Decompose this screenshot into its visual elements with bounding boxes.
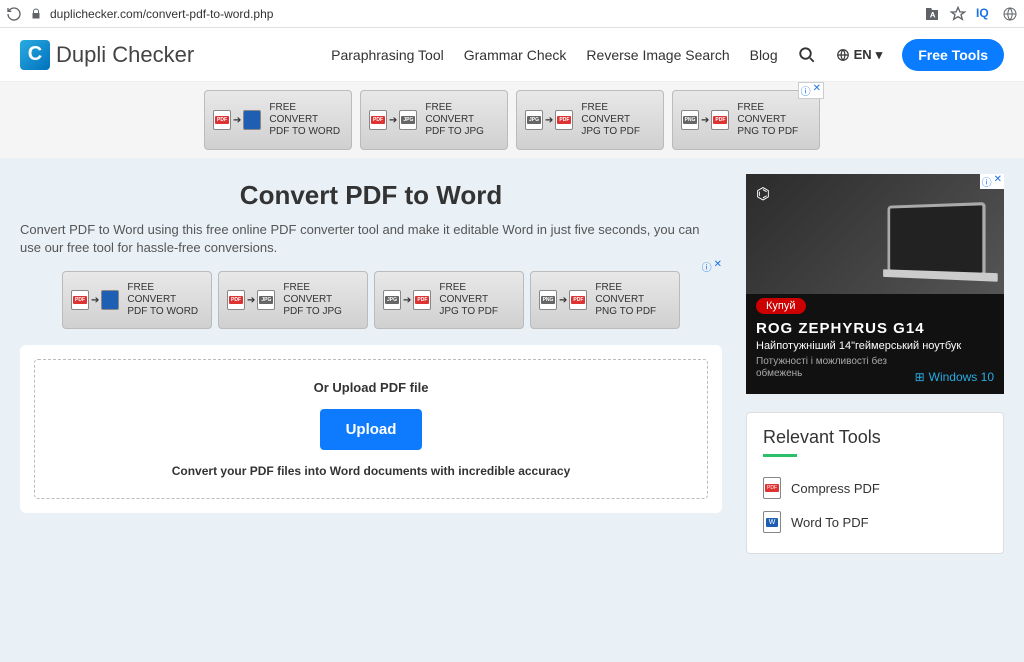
globe-icon[interactable]: [1002, 6, 1018, 22]
rog-logo-icon: ⌬: [756, 184, 770, 204]
windows-label: Windows 10: [929, 370, 994, 384]
sidebar: ⓘ✕ ⌬ Купуй ROG ZEPHYRUS G14 Найпотужніши…: [746, 174, 1004, 646]
main-content: Convert PDF to Word Convert PDF to Word …: [20, 174, 722, 646]
ad-close-icon[interactable]: ⓘ✕: [980, 174, 1004, 189]
lock-icon: [30, 8, 42, 20]
nav-paraphrasing[interactable]: Paraphrasing Tool: [331, 47, 444, 63]
reload-icon[interactable]: [6, 6, 22, 22]
ad-jpg-to-pdf[interactable]: ➔ FREE CONVERTJPG TO PDF: [374, 271, 524, 329]
ad-close-icon[interactable]: ⓘ✕: [702, 259, 722, 274]
logo[interactable]: C Dupli Checker: [20, 40, 194, 70]
main-wrap: Convert PDF to Word Convert PDF to Word …: [0, 158, 1024, 662]
ad-cta: Купуй: [756, 298, 806, 314]
ad-text: FREE CONVERT: [595, 282, 671, 306]
nav-reverse-image[interactable]: Reverse Image Search: [586, 47, 729, 63]
tools-heading: Relevant Tools: [763, 427, 987, 448]
pdf-icon: [763, 477, 781, 499]
tool-word-to-pdf[interactable]: Word To PDF: [763, 505, 987, 539]
ad-text: JPG TO PDF: [439, 306, 515, 318]
ad-text: JPG TO PDF: [581, 126, 655, 138]
ad-small: Потужності і можливості без обмежень: [756, 356, 896, 380]
logo-icon: C: [20, 40, 50, 70]
converter-card: Or Upload PDF file Upload Convert your P…: [20, 345, 722, 513]
ad-text: PDF TO WORD: [127, 306, 203, 318]
free-tools-button[interactable]: Free Tools: [902, 39, 1004, 71]
upload-button[interactable]: Upload: [320, 409, 423, 450]
ad-text: PNG TO PDF: [595, 306, 671, 318]
top-ad-banner: ➔ FREE CONVERTPDF TO WORD ➔ FREE CONVERT…: [0, 82, 1024, 158]
windows-icon: ⊞: [915, 370, 925, 384]
ad-text: PNG TO PDF: [737, 126, 811, 138]
logo-text: Dupli Checker: [56, 42, 194, 68]
ad-png-to-pdf[interactable]: ➔ FREE CONVERTPNG TO PDF: [672, 90, 820, 150]
relevant-tools-panel: Relevant Tools Compress PDF Word To PDF: [746, 412, 1004, 554]
ad-text: PDF TO WORD: [269, 126, 343, 138]
ad-text: FREE CONVERT: [581, 102, 655, 126]
word-icon: [763, 511, 781, 533]
chevron-down-icon: ▾: [876, 47, 883, 63]
ad-text: FREE CONVERT: [737, 102, 811, 126]
ad-pdf-to-jpg[interactable]: ➔ FREE CONVERTPDF TO JPG: [360, 90, 508, 150]
ad-text: PDF TO JPG: [283, 306, 359, 318]
translate-icon[interactable]: [924, 6, 940, 22]
upload-title: Or Upload PDF file: [55, 380, 687, 395]
tool-compress-pdf[interactable]: Compress PDF: [763, 471, 987, 505]
ad-png-to-pdf[interactable]: ➔ FREE CONVERTPNG TO PDF: [530, 271, 680, 329]
laptop-icon: [888, 202, 986, 276]
address-bar[interactable]: duplichecker.com/convert-pdf-to-word.php: [50, 7, 916, 21]
upload-subtitle: Convert your PDF files into Word documen…: [55, 464, 687, 478]
windows-badge: ⊞ Windows 10: [915, 370, 994, 384]
iq-extension-icon[interactable]: IQ: [976, 6, 992, 22]
search-icon[interactable]: [798, 46, 816, 64]
favorite-icon[interactable]: [950, 6, 966, 22]
language-label: EN: [854, 47, 872, 62]
browser-chrome: duplichecker.com/convert-pdf-to-word.php…: [0, 0, 1024, 28]
site-header: C Dupli Checker Paraphrasing Tool Gramma…: [0, 28, 1024, 82]
sidebar-ad[interactable]: ⓘ✕ ⌬ Купуй ROG ZEPHYRUS G14 Найпотужніши…: [746, 174, 1004, 394]
ad-title: ROG ZEPHYRUS G14: [756, 320, 925, 337]
inline-ad-row: ⓘ✕ ➔ FREE CONVERTPDF TO WORD ➔ FREE CONV…: [20, 271, 722, 329]
nav-blog[interactable]: Blog: [750, 47, 778, 63]
heading-underline: [763, 454, 797, 457]
page-description: Convert PDF to Word using this free onli…: [20, 221, 722, 257]
ad-text: FREE CONVERT: [425, 102, 499, 126]
ad-jpg-to-pdf[interactable]: ➔ FREE CONVERTJPG TO PDF: [516, 90, 664, 150]
tool-label: Compress PDF: [791, 481, 880, 496]
ad-text: FREE CONVERT: [127, 282, 203, 306]
ad-subtitle: Найпотужніший 14"геймерський ноутбук: [756, 340, 961, 352]
nav-grammar[interactable]: Grammar Check: [464, 47, 567, 63]
ad-close-icon[interactable]: ⓘ✕: [798, 82, 824, 99]
tool-label: Word To PDF: [791, 515, 869, 530]
ad-text: FREE CONVERT: [283, 282, 359, 306]
ad-pdf-to-word[interactable]: ➔ FREE CONVERTPDF TO WORD: [204, 90, 352, 150]
upload-dropzone[interactable]: Or Upload PDF file Upload Convert your P…: [34, 359, 708, 499]
page-title: Convert PDF to Word: [20, 180, 722, 211]
language-selector[interactable]: EN ▾: [836, 47, 883, 63]
ad-text: FREE CONVERT: [269, 102, 343, 126]
ad-text: FREE CONVERT: [439, 282, 515, 306]
ad-text: PDF TO JPG: [425, 126, 499, 138]
ad-pdf-to-word[interactable]: ➔ FREE CONVERTPDF TO WORD: [62, 271, 212, 329]
ad-pdf-to-jpg[interactable]: ➔ FREE CONVERTPDF TO JPG: [218, 271, 368, 329]
